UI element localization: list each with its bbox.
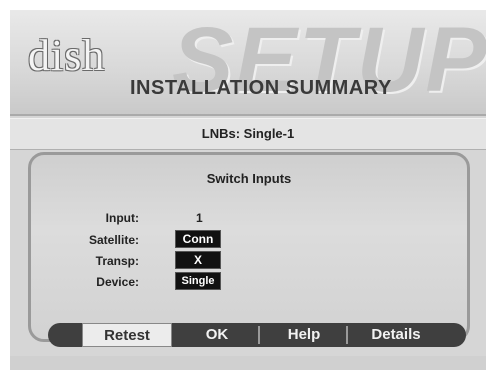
ok-button[interactable]: OK	[178, 323, 256, 347]
panel-title: Switch Inputs	[206, 171, 292, 186]
button-bar: Retest OK Help Details	[48, 323, 466, 347]
details-button[interactable]: Details	[350, 323, 442, 347]
input-value: 1	[196, 211, 203, 225]
device-label: Device:	[96, 275, 139, 289]
bottom-strip	[10, 356, 486, 370]
page-title: INSTALLATION SUMMARY	[130, 77, 392, 99]
input-label: Input:	[105, 211, 139, 225]
header: dish SETUP INSTALLATION SUMMARY	[10, 10, 486, 115]
lnb-status-bar: LNBs: Single-1	[10, 118, 486, 150]
screen: dish SETUP INSTALLATION SUMMARY LNBs: Si…	[10, 10, 486, 370]
device-value: Single	[175, 272, 221, 290]
dish-logo: dish	[28, 31, 106, 80]
header-divider	[10, 114, 486, 116]
help-button[interactable]: Help	[262, 323, 346, 347]
satellite-label: Satellite:	[88, 233, 139, 247]
transp-label: Transp:	[95, 254, 139, 268]
transp-value: X	[175, 251, 221, 269]
satellite-value: Conn	[175, 230, 221, 248]
retest-button[interactable]: Retest	[82, 323, 172, 347]
button-separator	[346, 326, 348, 344]
button-separator	[258, 326, 260, 344]
switch-inputs-panel: Switch Inputs Input: 1 Satellite: Conn T…	[28, 152, 470, 342]
